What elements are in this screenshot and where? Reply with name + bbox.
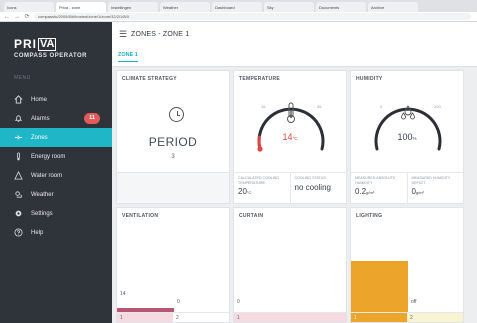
browser-tab[interactable]: Sky [264, 2, 314, 12]
vent-cell-1: 1 [117, 313, 173, 322]
lighting-card[interactable]: LIGHTING on off 1 2 [350, 207, 464, 323]
ventilation-cells: 1 2 [117, 312, 229, 322]
card-title: CURTAIN [239, 213, 264, 219]
temperature-max: 35 [317, 104, 322, 109]
sidebar-menu: Home Alarms 11 Zones Energy room Water r… [0, 90, 112, 242]
card-title: TEMPERATURE [239, 76, 280, 82]
browser-tab[interactable]: Archive [368, 2, 418, 12]
address-bar: ← → ⟳ compassfu/2005/8/#/hosted/zone/1/z… [0, 12, 477, 22]
gear-icon [14, 209, 23, 218]
temperature-card[interactable]: TEMPERATURE 15 35 14°C CALCULATED COOLIN… [233, 70, 347, 204]
browser-tab-bar: Icons Priva - zone Instellingen Weather Dash… [0, 0, 477, 12]
curtain-cell-1: 1 [234, 313, 346, 322]
lighting-cell-1: 1 [351, 313, 407, 322]
lighting-1-bar [351, 261, 408, 312]
zones-icon [14, 133, 23, 142]
temperature-value: 14°C [282, 132, 298, 142]
brand-subtitle: COMPASS OPERATOR [14, 53, 88, 59]
sidebar-item-label: Help [31, 229, 44, 236]
sidebar-item-energy-room[interactable]: Energy room [0, 147, 112, 166]
weather-icon [14, 190, 23, 199]
help-icon [14, 228, 23, 237]
sidebar-item-label: Energy room [31, 153, 66, 160]
sidebar-item-label: Zones [31, 134, 48, 141]
reload-icon[interactable]: ⟳ [24, 12, 30, 22]
card-title: HUMIDITY [356, 76, 383, 82]
humidity-deficit-stat: MEASURED HUMIDITY DEFICIT 0g/m³ [406, 173, 464, 203]
warning-icon [14, 171, 23, 180]
humidity-value: 100% [397, 132, 417, 142]
browser-tab[interactable]: Icons [4, 2, 54, 12]
thermometer-icon [14, 152, 23, 161]
period-value: 3 [171, 154, 175, 160]
humidity-max: 100 [434, 104, 441, 109]
card-title: CLIMATE STRATEGY [122, 76, 177, 82]
forward-icon[interactable]: → [14, 12, 20, 22]
page-title: ZONES - ZONE 1 [131, 31, 190, 38]
back-icon[interactable]: ← [4, 12, 10, 22]
vent-lee-value: 14 [120, 291, 126, 297]
period-label: PERIOD [148, 135, 198, 149]
sidebar-item-help[interactable]: Help [0, 223, 112, 242]
card-title: LIGHTING [356, 213, 383, 219]
page-header: ☰ ZONES - ZONE 1 ZONE 1 [112, 22, 477, 67]
droplets-icon [401, 105, 415, 120]
sidebar-item-home[interactable]: Home [0, 90, 112, 109]
alarm-count-badge: 11 [84, 113, 100, 124]
home-icon [14, 95, 23, 104]
humidity-gauge [374, 107, 442, 151]
main-content: ☰ ZONES - ZONE 1 ZONE 1 CLIMATE STRATEGY… [112, 22, 477, 323]
sidebar-item-label: Alarms [31, 115, 50, 122]
thermometer-icon [287, 102, 295, 123]
cooling-temperature-stat: CALCULATED COOLING TEMPERATURE 20°C [238, 176, 280, 196]
vent-cell-2: 2 [176, 315, 179, 321]
sidebar-item-label: Water room [31, 172, 63, 179]
humidity-stats: MEASURED ABSOLUTE HUMIDITY 0.2g/m³ MEASU… [351, 172, 463, 203]
climate-strategy-card[interactable]: CLIMATE STRATEGY PERIOD 3 [116, 70, 230, 204]
curtain-card[interactable]: CURTAIN 0 1 [233, 207, 347, 323]
browser-tab[interactable]: Priva - zone [56, 2, 106, 12]
browser-tab[interactable]: Documents [316, 2, 366, 12]
card-title: VENTILATION [122, 213, 159, 219]
sidebar-item-water-room[interactable]: Water room [0, 166, 112, 185]
lighting-cells: 1 2 [351, 312, 463, 322]
browser-tab[interactable]: Weather [160, 2, 210, 12]
bell-icon [14, 114, 23, 123]
lighting-cell-2: 2 [407, 313, 463, 322]
hamburger-menu-icon[interactable]: ☰ [119, 30, 127, 39]
menu-caption: MENU [14, 75, 31, 81]
sidebar-item-label: Weather [31, 191, 54, 198]
sidebar: PRI VA COMPASS OPERATOR MENU Home Alarms… [0, 22, 112, 323]
sidebar-item-label: Home [31, 96, 48, 103]
humidity-min: 0 [380, 104, 383, 109]
brand-logo: PRI VA COMPASS OPERATOR [14, 37, 88, 60]
lighting-2-state: off [411, 299, 417, 305]
ventilation-card[interactable]: VENTILATION 14 0 1 2 [116, 207, 230, 323]
sidebar-item-label: Settings [31, 210, 53, 217]
curtain-cells: 1 [234, 312, 346, 322]
brand-word-boxed: VA [38, 38, 57, 51]
url-field[interactable]: compassfu/2005/8/#/hosted/zone/1/zone/32… [34, 13, 471, 20]
sidebar-item-alarms[interactable]: Alarms 11 [0, 109, 112, 128]
vent-wind-value: 0 [177, 299, 180, 305]
sidebar-item-settings[interactable]: Settings [0, 204, 112, 223]
absolute-humidity-stat: MEASURED ABSOLUTE HUMIDITY 0.2g/m³ [355, 176, 396, 196]
brand-word: PRI [14, 37, 38, 51]
browser-tab[interactable]: Instellingen [108, 2, 158, 12]
sidebar-item-weather[interactable]: Weather [0, 185, 112, 204]
cooling-status-stat: COOLING STATUS no cooling [289, 173, 347, 203]
clock-icon [169, 107, 184, 122]
climate-footer [117, 172, 229, 203]
tab-zone-1[interactable]: ZONE 1 [118, 52, 138, 62]
sidebar-item-zones[interactable]: Zones [0, 128, 112, 147]
humidity-card[interactable]: HUMIDITY 0 100 100% MEASURED ABSOLUTE HU… [350, 70, 464, 204]
curtain-value: 0 [237, 299, 240, 305]
temperature-stats: CALCULATED COOLING TEMPERATURE 20°C COOL… [234, 172, 346, 203]
temperature-min: 15 [261, 104, 266, 109]
browser-tab[interactable]: Dashboard [212, 2, 262, 12]
